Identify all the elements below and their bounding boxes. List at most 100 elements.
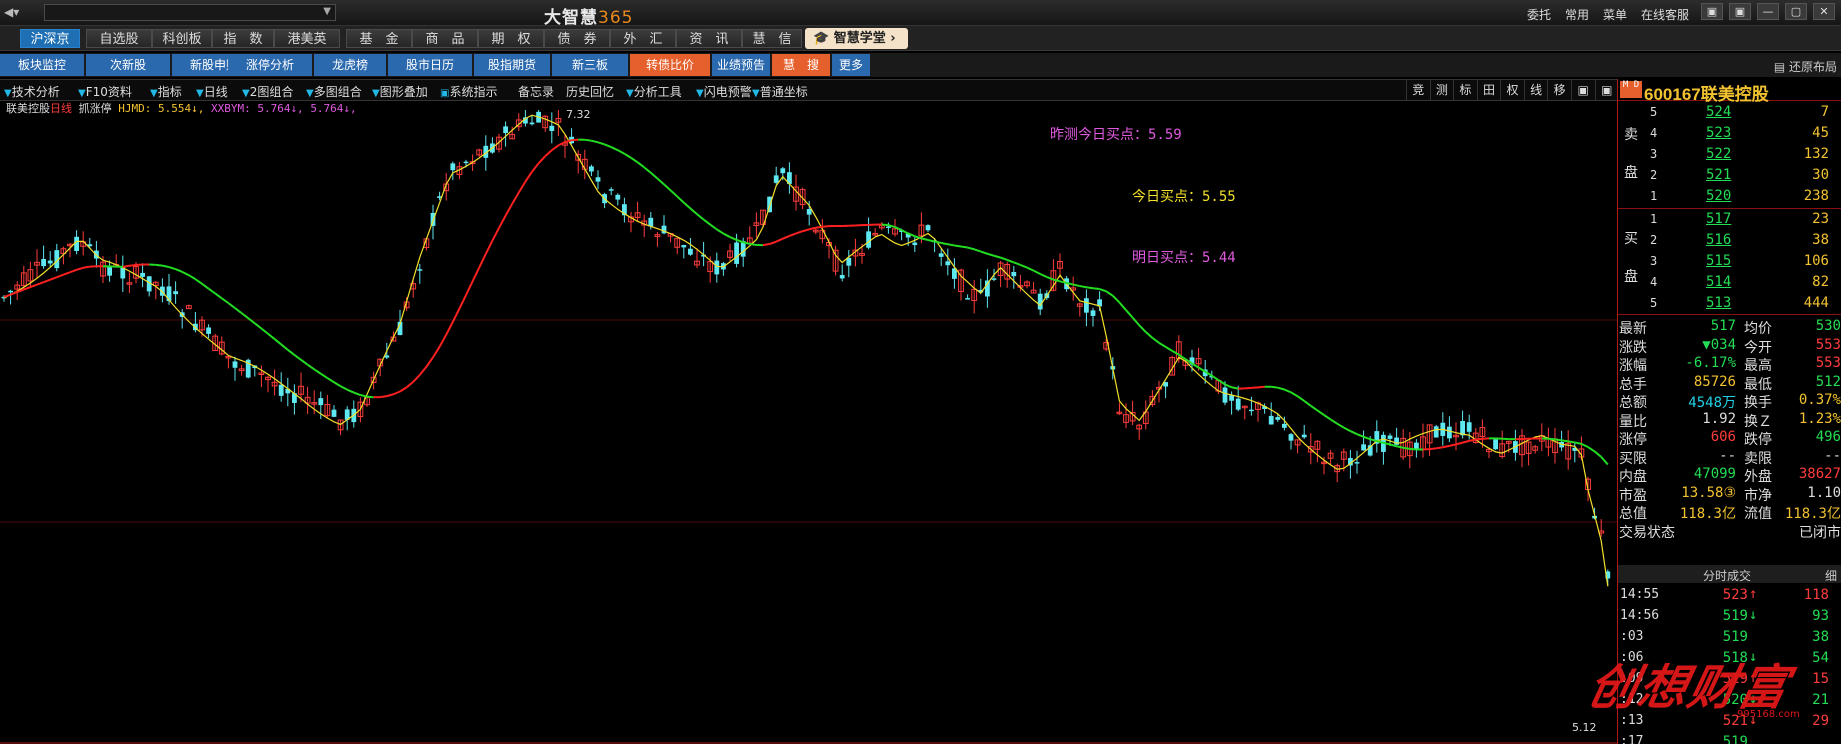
- menu-huixin[interactable]: 慧 信: [742, 29, 802, 48]
- menu-watchlist[interactable]: 自选股: [86, 29, 152, 48]
- chevron-down-icon[interactable]: ▼: [323, 6, 331, 17]
- link-online-service[interactable]: 在线客服: [1641, 6, 1689, 23]
- bid-row[interactable]: 1 517 23: [1644, 209, 1841, 230]
- moving-average-segment: [1271, 385, 1278, 389]
- address-box[interactable]: ▼: [44, 4, 336, 21]
- tool-system-signal[interactable]: ▣系统指示: [440, 83, 497, 100]
- moving-average-segment: [129, 263, 137, 267]
- tool-bid[interactable]: 竞: [1406, 80, 1430, 100]
- academy-button[interactable]: 🎓 智慧学堂 ›: [805, 28, 908, 49]
- fn-convertible-compare[interactable]: 转债比价: [630, 54, 710, 76]
- tool-tech-analysis[interactable]: ▼技术分析: [4, 83, 60, 100]
- moving-average-segment: [511, 191, 520, 205]
- tool-line[interactable]: 线: [1523, 80, 1548, 100]
- bid-volume: 38: [1812, 232, 1829, 248]
- bid-row[interactable]: 4 514 82: [1644, 272, 1841, 293]
- ask-row[interactable]: 2 521 30: [1644, 165, 1841, 186]
- tool-move[interactable]: 移: [1547, 80, 1571, 100]
- tool-multi-chart[interactable]: ▼多图组合: [306, 83, 362, 100]
- trades-detail-tab[interactable]: 细: [1825, 567, 1837, 584]
- tool-analysis-tools[interactable]: ▼分析工具: [626, 83, 682, 100]
- fn-market-calendar[interactable]: 股市日历: [388, 54, 472, 76]
- trades-header: 分时成交 细: [1618, 565, 1841, 583]
- candle-body: [615, 194, 621, 200]
- ask-row[interactable]: 3 522 132: [1644, 144, 1841, 165]
- tool-indicator[interactable]: ▼指标: [150, 83, 182, 100]
- window-icon[interactable]: ▣: [1570, 80, 1595, 100]
- tool-flash-alert[interactable]: ▼闪电预警: [696, 83, 752, 100]
- fn-more[interactable]: 更多: [832, 54, 870, 76]
- bid-row[interactable]: 5 513 444: [1644, 293, 1841, 314]
- moving-average-segment: [921, 237, 929, 241]
- menu-bonds[interactable]: 债 券: [544, 29, 610, 48]
- candles-group: [1, 110, 1611, 586]
- moving-average-segment: [1310, 404, 1318, 412]
- tool-history[interactable]: 历史回忆: [566, 83, 614, 100]
- moving-average-segment: [399, 386, 408, 393]
- moving-average-segment: [802, 228, 810, 233]
- moving-average-segment: [1303, 400, 1312, 407]
- bid-row[interactable]: 2 516 38: [1644, 230, 1841, 251]
- restore-layout-button[interactable]: ▤ 还原布局: [1774, 58, 1837, 75]
- close-button[interactable]: ✕: [1813, 3, 1835, 20]
- maximize-button[interactable]: ▢: [1785, 3, 1807, 20]
- tool-label: F10资料: [85, 85, 132, 99]
- candle-body: [1282, 423, 1287, 428]
- kline-chart[interactable]: 7.32 5.12: [0, 110, 1618, 744]
- fn-sector-monitor[interactable]: 板块监控: [0, 54, 84, 76]
- fn-new-stocks[interactable]: 次新股: [86, 54, 170, 76]
- candle-body: [331, 409, 337, 417]
- tool-overlay[interactable]: ▼图形叠加: [372, 83, 428, 100]
- skin-button[interactable]: ▣: [1701, 3, 1723, 20]
- tool-memo[interactable]: 备忘录: [518, 83, 554, 100]
- candle-body: [206, 327, 211, 334]
- app-window: ◀▾ ▼ 大智慧365 委托 常用 菜单 在线客服 ▣ ▣ — ▢ ✕ 沪深京 …: [0, 0, 1841, 744]
- fn-earnings-forecast[interactable]: 业绩预告: [712, 54, 770, 76]
- candle-body: [1288, 434, 1294, 441]
- moving-average-segment: [1020, 263, 1028, 269]
- moving-average-segment: [307, 363, 315, 371]
- menu-fund[interactable]: 基 金: [346, 29, 412, 48]
- menu-star-market[interactable]: 科创板: [152, 29, 212, 48]
- tool-rights[interactable]: 权: [1500, 80, 1524, 100]
- quote-value: --: [1824, 447, 1841, 464]
- ask-row[interactable]: 4 523 45: [1644, 123, 1841, 144]
- link-menu[interactable]: 菜单: [1603, 6, 1627, 23]
- grid-icon[interactable]: 田: [1476, 80, 1501, 100]
- menu-hk-us[interactable]: 港美英: [274, 29, 340, 48]
- fn-index-futures[interactable]: 股指期货: [474, 54, 550, 76]
- bid-row[interactable]: 3 515 106: [1644, 251, 1841, 272]
- fn-dragon-tiger[interactable]: 龙虎榜: [314, 54, 386, 76]
- menu-index[interactable]: 指 数: [212, 29, 274, 48]
- expand-icon[interactable]: ▣: [1594, 80, 1619, 100]
- tool-f10[interactable]: ▼F10资料: [78, 83, 132, 100]
- tool-daily[interactable]: ▼日线: [196, 83, 228, 100]
- fn-smart-search[interactable]: 慧 搜: [772, 54, 830, 76]
- tool-measure[interactable]: 测: [1429, 80, 1454, 100]
- menu-commodity[interactable]: 商 品: [412, 29, 478, 48]
- ask-volume: 238: [1803, 188, 1829, 204]
- ask-row[interactable]: 1 520 238: [1644, 186, 1841, 207]
- link-entrust[interactable]: 委托: [1527, 6, 1551, 23]
- moving-average-segment: [1561, 439, 1569, 443]
- tool-mark[interactable]: 标: [1453, 80, 1477, 100]
- minimize-button[interactable]: —: [1757, 3, 1779, 20]
- trades-title[interactable]: 分时成交: [1703, 567, 1751, 584]
- moving-average-segment: [23, 286, 31, 291]
- link-common[interactable]: 常用: [1565, 6, 1589, 23]
- trade-volume: 54: [1812, 650, 1829, 666]
- tool-axis-mode[interactable]: ▼普通坐标: [752, 83, 808, 100]
- graduation-cap-icon: 🎓: [813, 31, 830, 46]
- back-arrow-icon[interactable]: ◀▾: [4, 5, 32, 21]
- moving-average-segment: [1000, 256, 1008, 261]
- menu-hushen[interactable]: 沪深京: [20, 29, 80, 48]
- fn-neeq[interactable]: 新三板: [552, 54, 628, 76]
- tool-two-chart[interactable]: ▼2图组合: [242, 83, 293, 100]
- help-button[interactable]: ▣: [1729, 3, 1751, 20]
- ask-row[interactable]: 5 524 7: [1644, 102, 1841, 123]
- fn-limit-up-analysis[interactable]: 涨停分析: [228, 54, 312, 76]
- dropdown-marker-icon: ▼: [150, 88, 158, 99]
- menu-news[interactable]: 资 讯: [676, 29, 742, 48]
- menu-options[interactable]: 期 权: [478, 29, 544, 48]
- menu-forex[interactable]: 外 汇: [610, 29, 676, 48]
